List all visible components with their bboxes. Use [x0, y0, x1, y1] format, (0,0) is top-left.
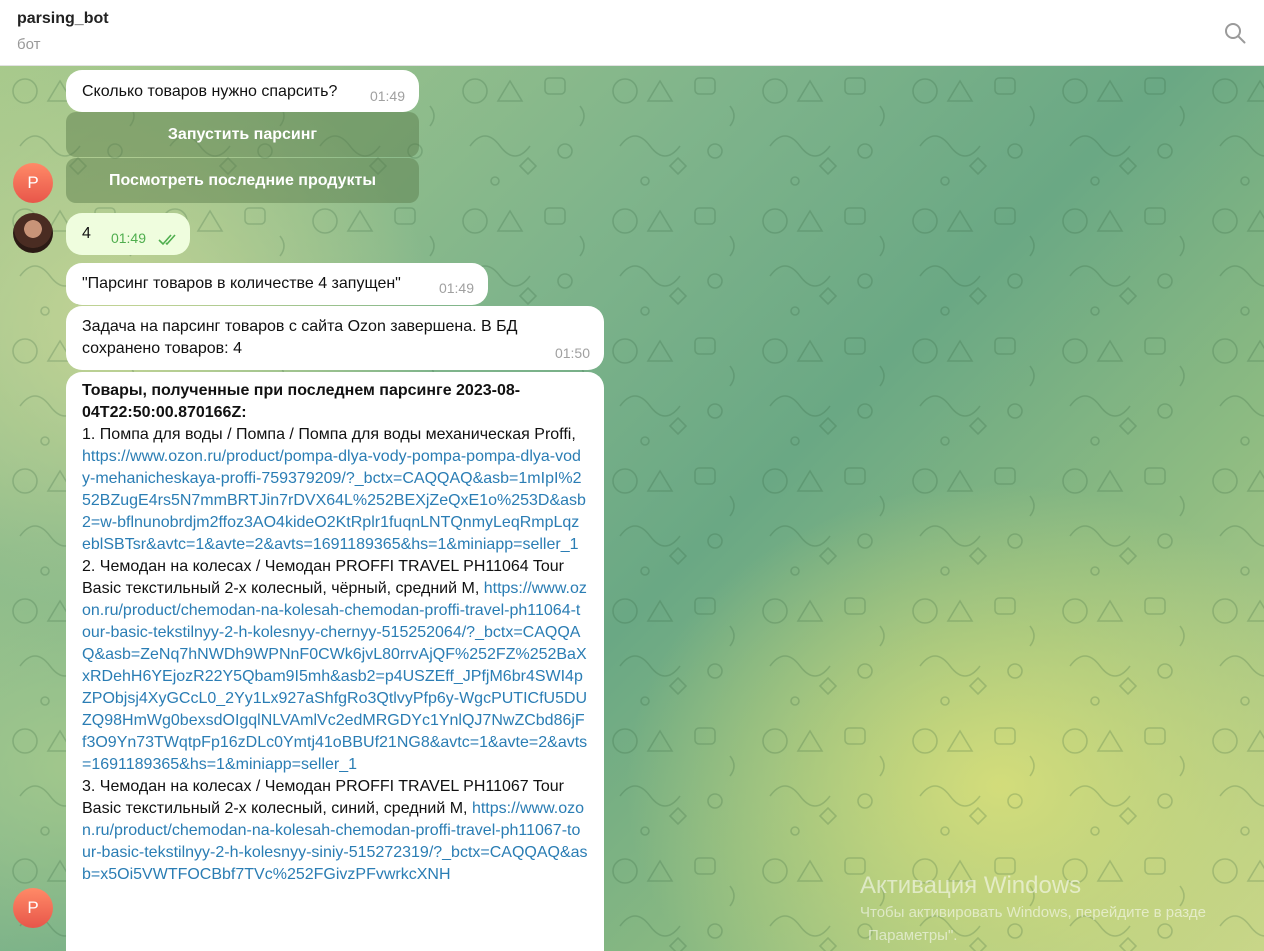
message-user-reply: 4 01:49: [66, 213, 190, 255]
message-time: 01:49: [438, 280, 474, 296]
message-parsing-started: "Парсинг товаров в количестве 4 запущен"…: [66, 263, 488, 305]
message-time: 01:50: [554, 345, 590, 361]
message-text: Задача на парсинг товаров с сайта Ozon з…: [82, 318, 518, 357]
message-text: Сколько товаров нужно спарсить?: [82, 83, 338, 100]
product-item: 1. Помпа для воды / Помпа / Помпа для во…: [82, 424, 588, 556]
message-parsing-finished: Задача на парсинг товаров с сайта Ozon з…: [66, 306, 604, 370]
chat-area[interactable]: Сколько товаров нужно спарсить? 01:49 За…: [0, 66, 1264, 951]
message-bot-question: Сколько товаров нужно спарсить? 01:49: [66, 70, 419, 112]
message-time: 01:49: [110, 230, 146, 246]
bot-avatar[interactable]: P: [13, 888, 53, 928]
user-avatar[interactable]: [13, 213, 53, 253]
message-products-list: Товары, полученные при последнем парсинг…: [66, 372, 604, 951]
chat-header: parsing_bot бот: [0, 0, 1264, 66]
message-text: 4: [82, 225, 91, 242]
search-icon[interactable]: [1224, 22, 1246, 44]
product-title: 1. Помпа для воды / Помпа / Помпа для во…: [82, 426, 576, 443]
view-latest-products-button[interactable]: Посмотреть последние продукты: [66, 158, 419, 203]
bot-avatar[interactable]: P: [13, 163, 53, 203]
product-link[interactable]: https://www.ozon.ru/product/pompa-dlya-v…: [82, 448, 586, 553]
products-heading: Товары, полученные при последнем парсинг…: [82, 382, 521, 421]
message-text: "Парсинг товаров в количестве 4 запущен": [82, 275, 401, 292]
product-link[interactable]: https://www.ozon.ru/product/chemodan-na-…: [82, 580, 587, 773]
read-checkmarks-icon: [158, 234, 176, 246]
chat-subtitle: бот: [17, 36, 41, 53]
product-item: 3. Чемодан на колесах / Чемодан PROFFI T…: [82, 776, 588, 886]
start-parsing-button[interactable]: Запустить парсинг: [66, 112, 419, 157]
windows-activation-watermark: Активация Windows Чтобы активировать Win…: [860, 872, 1206, 944]
product-item: 2. Чемодан на колесах / Чемодан PROFFI T…: [82, 556, 588, 776]
watermark-title: Активация Windows: [860, 872, 1082, 899]
chat-title[interactable]: parsing_bot: [17, 10, 109, 28]
message-time: 01:49: [369, 88, 405, 104]
watermark-settings: Параметры".: [868, 927, 958, 944]
watermark-text: Чтобы активировать Windows, перейдите в …: [860, 904, 1206, 921]
